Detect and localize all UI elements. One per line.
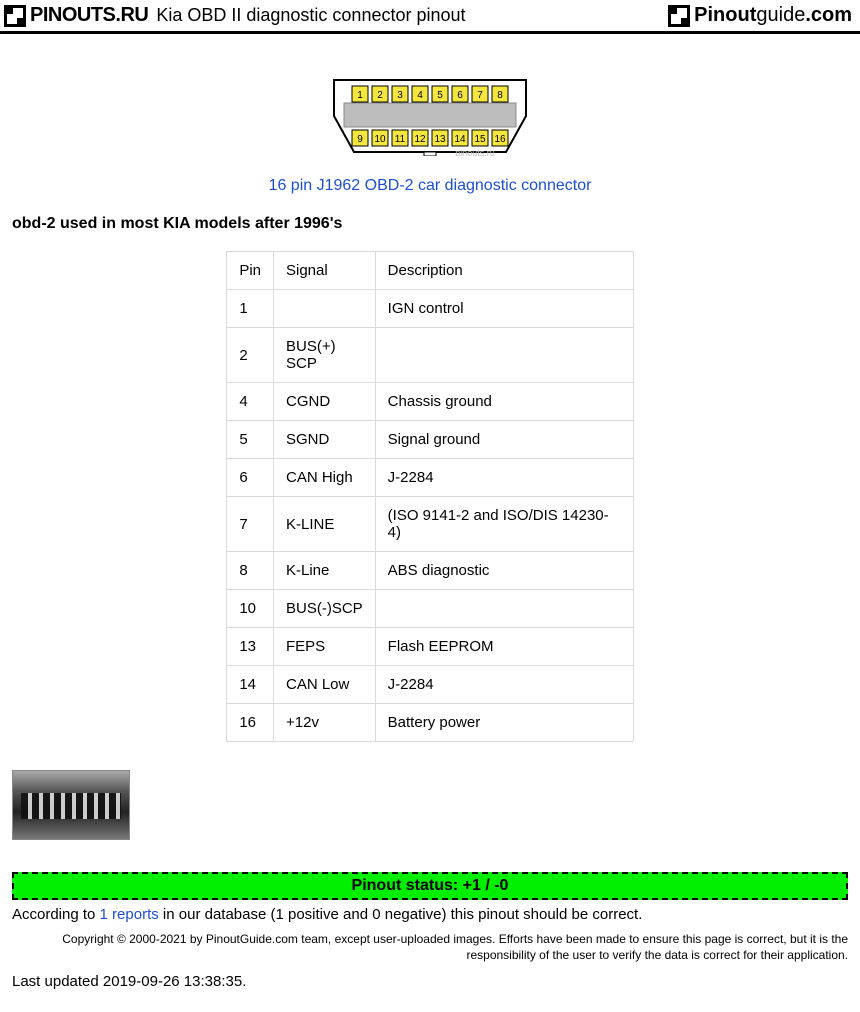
svg-text:4: 4 xyxy=(417,90,423,101)
content: 12345678 910111213141516 pinouts.ru 16 p… xyxy=(0,34,860,1012)
cell-pin: 7 xyxy=(227,497,274,552)
last-updated: Last updated 2019-09-26 13:38:35. xyxy=(12,973,848,990)
th-pin: Pin xyxy=(227,252,274,290)
svg-text:5: 5 xyxy=(437,90,443,101)
table-row: 7K-LINE(ISO 9141-2 and ISO/DIS 14230-4) xyxy=(227,497,633,552)
cell-desc: Signal ground xyxy=(375,421,633,459)
connector-diagram-block: 12345678 910111213141516 pinouts.ru 16 p… xyxy=(12,76,848,195)
svg-text:2: 2 xyxy=(377,90,383,101)
svg-text:16: 16 xyxy=(494,134,506,145)
connector-photo xyxy=(12,770,130,840)
status-text: According to 1 reports in our database (… xyxy=(12,906,848,923)
cell-pin: 2 xyxy=(227,328,274,383)
svg-text:11: 11 xyxy=(395,134,406,145)
svg-text:6: 6 xyxy=(457,90,463,101)
header-left: PINOUTS.RU Kia OBD II diagnostic connect… xyxy=(4,4,466,27)
page-title: Kia OBD II diagnostic connector pinout xyxy=(156,5,465,26)
cell-signal: K-LINE xyxy=(274,497,376,552)
logo-guide-text: Pinoutguide.com xyxy=(694,4,852,27)
logo-guide-strong: Pinout xyxy=(694,4,756,26)
cell-pin: 6 xyxy=(227,459,274,497)
logo-guide-icon xyxy=(668,5,690,27)
cell-desc: IGN control xyxy=(375,290,633,328)
cell-desc: J-2284 xyxy=(375,459,633,497)
cell-desc xyxy=(375,328,633,383)
cell-signal: SGND xyxy=(274,421,376,459)
svg-text:8: 8 xyxy=(497,90,503,101)
cell-pin: 5 xyxy=(227,421,274,459)
status-suffix: in our database (1 positive and 0 negati… xyxy=(159,906,643,923)
cell-pin: 1 xyxy=(227,290,274,328)
diagram-watermark: pinouts.ru xyxy=(455,148,495,156)
logo-guide-tld: .com xyxy=(805,4,852,26)
status-bar: Pinout status: +1 / -0 xyxy=(12,872,848,900)
intro-text: obd-2 used in most KIA models after 1996… xyxy=(12,215,848,233)
cell-pin: 10 xyxy=(227,590,274,628)
table-row: 4CGNDChassis ground xyxy=(227,383,633,421)
logo-pinoutguide[interactable]: Pinoutguide.com xyxy=(668,4,852,27)
svg-text:12: 12 xyxy=(414,134,426,145)
status-prefix: According to xyxy=(12,906,100,923)
cell-pin: 4 xyxy=(227,383,274,421)
cell-pin: 13 xyxy=(227,628,274,666)
svg-text:1: 1 xyxy=(357,90,363,101)
cell-signal: BUS(-)SCP xyxy=(274,590,376,628)
cell-pin: 14 xyxy=(227,666,274,704)
th-description: Description xyxy=(375,252,633,290)
logo-pinouts-ru[interactable]: PINOUTS.RU xyxy=(4,4,148,27)
cell-desc: Battery power xyxy=(375,704,633,742)
cell-desc: J-2284 xyxy=(375,666,633,704)
table-header-row: Pin Signal Description xyxy=(227,252,633,290)
cell-signal: BUS(+) SCP xyxy=(274,328,376,383)
connector-diagram-icon: 12345678 910111213141516 pinouts.ru xyxy=(330,76,530,156)
th-signal: Signal xyxy=(274,252,376,290)
table-row: 6CAN HighJ-2284 xyxy=(227,459,633,497)
svg-text:3: 3 xyxy=(397,90,403,101)
cell-signal xyxy=(274,290,376,328)
svg-text:15: 15 xyxy=(474,134,486,145)
cell-desc: Chassis ground xyxy=(375,383,633,421)
connector-photo-block xyxy=(12,770,848,840)
table-row: 5SGNDSignal ground xyxy=(227,421,633,459)
table-row: 10BUS(-)SCP xyxy=(227,590,633,628)
cell-pin: 8 xyxy=(227,552,274,590)
table-row: 14CAN LowJ-2284 xyxy=(227,666,633,704)
pinout-table: Pin Signal Description 1IGN control2BUS(… xyxy=(226,251,633,742)
logo-guide-light: guide xyxy=(756,4,805,26)
logo-ru-icon xyxy=(4,5,26,27)
table-row: 1 IGN control xyxy=(227,290,633,328)
logo-ru-text: PINOUTS.RU xyxy=(30,4,148,27)
cell-signal: K-Line xyxy=(274,552,376,590)
cell-pin: 16 xyxy=(227,704,274,742)
status-reports-link[interactable]: 1 reports xyxy=(100,906,159,923)
cell-signal: +12v xyxy=(274,704,376,742)
copyright-text: Copyright © 2000-2021 by PinoutGuide.com… xyxy=(12,931,848,963)
cell-desc: ABS diagnostic xyxy=(375,552,633,590)
header: PINOUTS.RU Kia OBD II diagnostic connect… xyxy=(0,0,860,34)
cell-desc: (ISO 9141-2 and ISO/DIS 14230-4) xyxy=(375,497,633,552)
table-row: 8K-LineABS diagnostic xyxy=(227,552,633,590)
svg-text:13: 13 xyxy=(434,134,446,145)
table-row: 16+12vBattery power xyxy=(227,704,633,742)
svg-text:7: 7 xyxy=(477,90,483,101)
cell-desc xyxy=(375,590,633,628)
svg-text:14: 14 xyxy=(454,134,466,145)
cell-signal: FEPS xyxy=(274,628,376,666)
cell-signal: CAN Low xyxy=(274,666,376,704)
table-row: 2BUS(+) SCP xyxy=(227,328,633,383)
cell-signal: CGND xyxy=(274,383,376,421)
table-row: 13FEPSFlash EEPROM xyxy=(227,628,633,666)
svg-text:9: 9 xyxy=(357,134,363,145)
cell-signal: CAN High xyxy=(274,459,376,497)
svg-text:10: 10 xyxy=(374,134,386,145)
connector-link[interactable]: 16 pin J1962 OBD-2 car diagnostic connec… xyxy=(269,177,592,195)
cell-desc: Flash EEPROM xyxy=(375,628,633,666)
